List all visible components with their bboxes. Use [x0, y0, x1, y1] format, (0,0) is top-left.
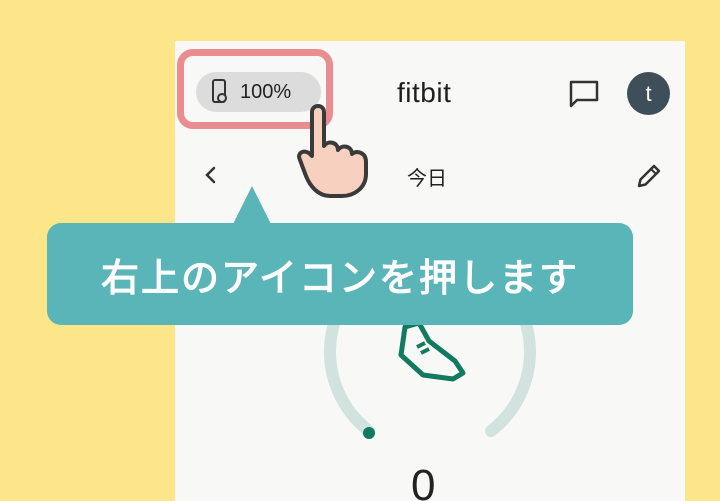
edit-pencil-icon[interactable] [635, 162, 663, 190]
avatar[interactable]: t [627, 72, 670, 115]
back-chevron-icon[interactable] [203, 166, 219, 184]
ring-progress-dot [363, 427, 375, 439]
shoe-icon [398, 321, 466, 382]
chat-icon[interactable] [568, 79, 600, 109]
steps-value: 0 [411, 461, 436, 501]
pointer-hand-icon [297, 104, 368, 198]
callout-text: 右上のアイコンを押します [100, 255, 580, 300]
instruction-callout: 右上のアイコンを押します [47, 223, 633, 325]
app-title: fitbit [397, 77, 452, 108]
day-label: 今日 [407, 166, 447, 190]
